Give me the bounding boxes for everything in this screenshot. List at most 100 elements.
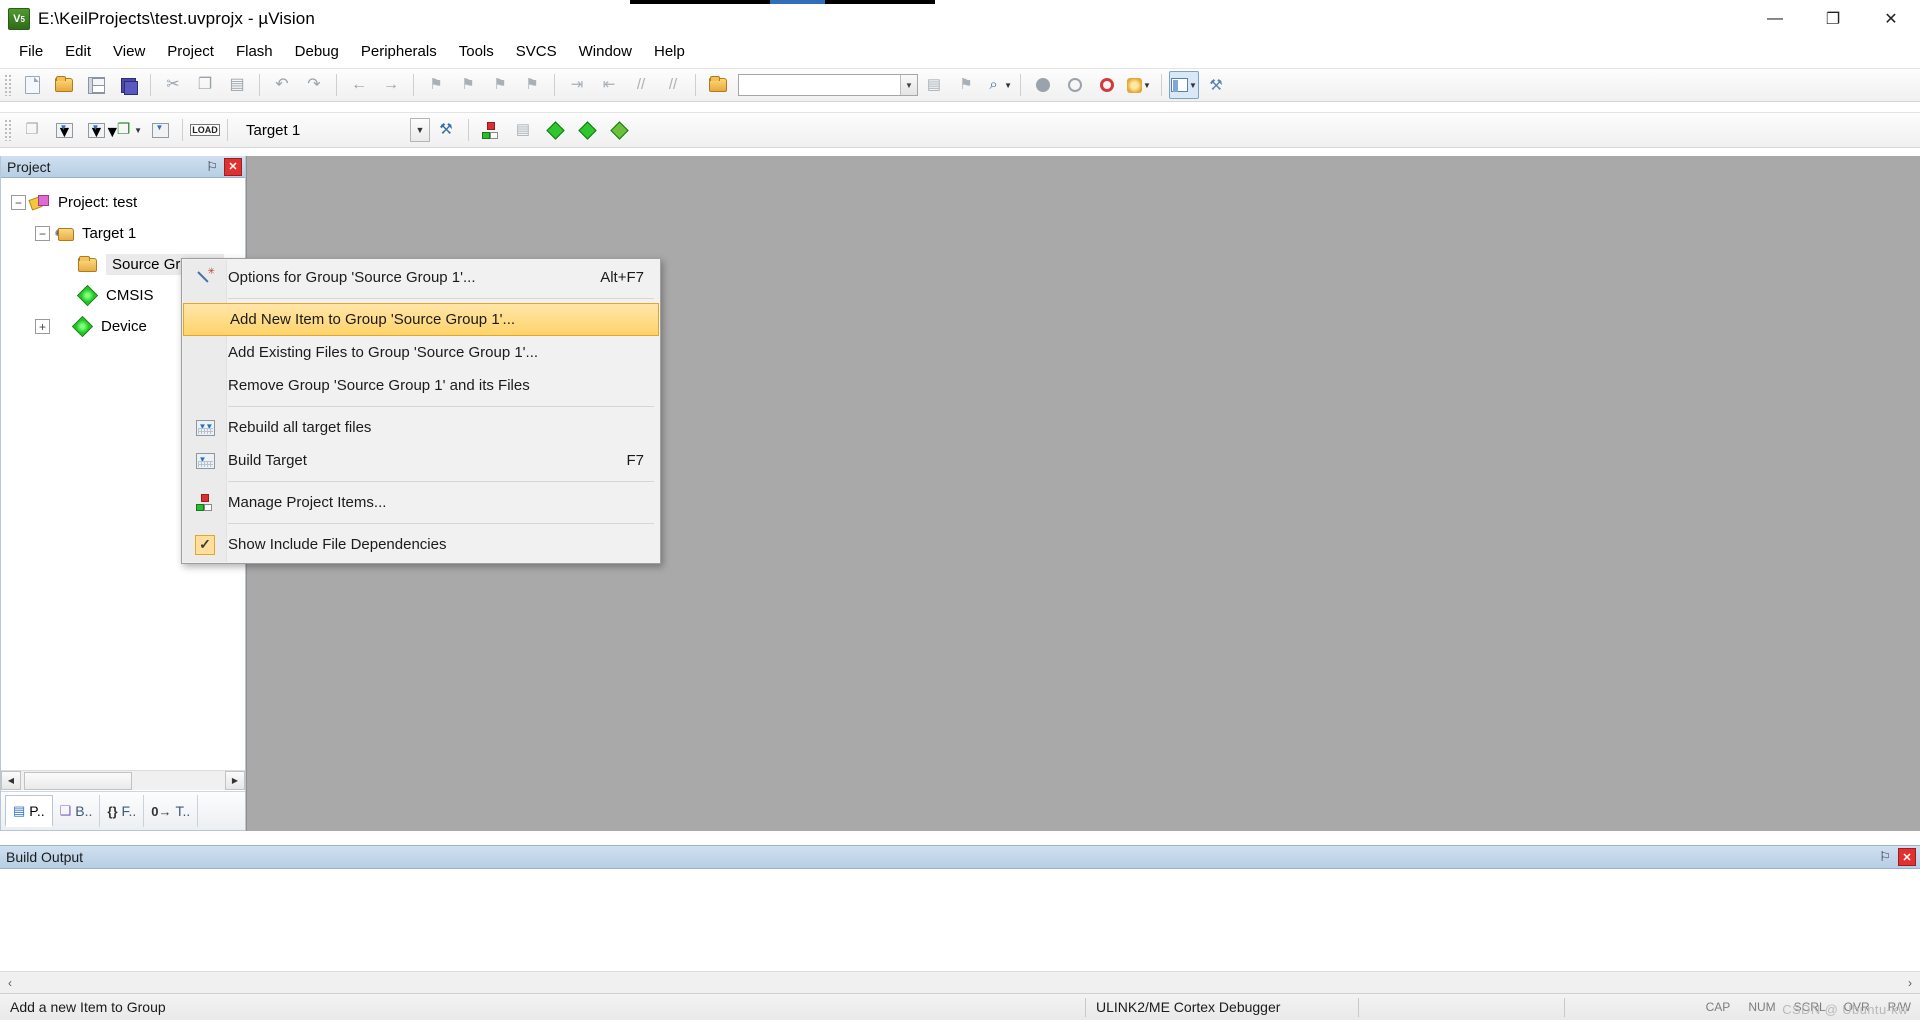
cut-button[interactable]: ✂ — [158, 71, 188, 99]
build-output-content[interactable] — [0, 869, 1920, 969]
chevron-down-icon[interactable]: ▼ — [1189, 81, 1197, 90]
close-icon[interactable]: ✕ — [1898, 848, 1916, 866]
find-in-files-button[interactable]: ▤ — [919, 71, 949, 99]
translate-file-button[interactable]: ❐ — [17, 116, 47, 144]
bookmark-list-button[interactable]: ⚑ — [951, 71, 981, 99]
target-selector-value[interactable]: Target 1 — [246, 122, 406, 139]
tab-templates[interactable]: 0→ T.. — [144, 795, 199, 827]
menu-project[interactable]: Project — [156, 40, 225, 63]
disable-all-breakpoints-button[interactable]: ▼ — [1124, 71, 1154, 99]
navigate-forward-button[interactable]: → — [376, 71, 406, 99]
project-horizontal-scrollbar[interactable]: ◀ ▶ — [1, 770, 245, 790]
tab-functions[interactable]: {} F.. — [100, 795, 145, 827]
copy-button[interactable]: ❐ — [190, 71, 220, 99]
open-folder-button[interactable] — [703, 71, 733, 99]
toolbar-grip[interactable] — [4, 74, 13, 96]
maximize-button[interactable]: ❐ — [1804, 0, 1862, 38]
menu-svcs[interactable]: SVCS — [505, 40, 568, 63]
menu-item-rebuild-all[interactable]: ▼▼ Rebuild all target files — [182, 411, 660, 444]
save-all-button[interactable] — [113, 71, 143, 99]
stop-build-button[interactable] — [145, 116, 175, 144]
menu-item-remove-group[interactable]: Remove Group 'Source Group 1' and its Fi… — [182, 369, 660, 402]
build-target-button[interactable]: ▼ — [49, 116, 79, 144]
bookmark-next-button[interactable]: ⚑ — [485, 71, 515, 99]
navigate-back-button[interactable]: ← — [344, 71, 374, 99]
uncomment-button[interactable]: // — [658, 71, 688, 99]
menu-item-manage-project-items[interactable]: Manage Project Items... — [182, 486, 660, 519]
kill-breakpoints-button[interactable] — [1092, 71, 1122, 99]
menu-window[interactable]: Window — [568, 40, 643, 63]
source-control-button[interactable] — [540, 116, 570, 144]
disable-breakpoint-button[interactable] — [1060, 71, 1090, 99]
debug-session-button[interactable] — [572, 116, 602, 144]
pin-icon[interactable]: ⚐ — [1876, 848, 1894, 866]
menu-help[interactable]: Help — [643, 40, 696, 63]
open-file-button[interactable] — [49, 71, 79, 99]
bookmark-clear-icon: ⚑ — [525, 76, 539, 93]
menu-view[interactable]: View — [102, 40, 156, 63]
build-output-panel: Build Output ⚐ ✕ ‹ › — [0, 845, 1920, 993]
chevron-down-icon[interactable]: ▼ — [134, 126, 142, 135]
scroll-right-button[interactable]: ▶ — [225, 771, 245, 790]
menu-item-show-include-dependencies[interactable]: ✓ Show Include File Dependencies — [182, 528, 660, 561]
zoom-button[interactable]: ⌕ ▼ — [983, 71, 1013, 99]
manage-project-items-button[interactable] — [476, 116, 506, 144]
window-layout-button[interactable]: ▼ — [1169, 71, 1199, 99]
bookmark-clear-button[interactable]: ⚑ — [517, 71, 547, 99]
new-file-button[interactable] — [17, 71, 47, 99]
save-button[interactable] — [81, 71, 111, 99]
undo-button[interactable]: ↶ — [267, 71, 297, 99]
toolbar-grip[interactable] — [4, 119, 13, 141]
menu-peripherals[interactable]: Peripherals — [350, 40, 448, 63]
scroll-left-button[interactable]: ◀ — [1, 771, 21, 790]
menu-item-add-existing-files[interactable]: Add Existing Files to Group 'Source Grou… — [182, 336, 660, 369]
menu-debug[interactable]: Debug — [284, 40, 350, 63]
run-time-environment-button[interactable] — [604, 116, 634, 144]
kill-all-breakpoints-icon — [1100, 78, 1114, 92]
options-for-target-button[interactable]: ⚒ — [431, 116, 461, 144]
menu-edit[interactable]: Edit — [54, 40, 102, 63]
tab-books[interactable]: ❑ B.. — [53, 795, 101, 827]
chevron-down-icon[interactable]: ▼ — [900, 75, 917, 95]
menu-file[interactable]: File — [8, 40, 54, 63]
menu-item-build-target[interactable]: ▼ Build Target F7 — [182, 444, 660, 477]
scroll-right-button[interactable]: › — [1908, 976, 1918, 990]
comment-icon: // — [636, 76, 646, 93]
close-button[interactable]: ✕ — [1862, 0, 1920, 38]
minimize-button[interactable]: — — [1746, 0, 1804, 38]
rebuild-all-button[interactable]: ▼▼ — [81, 116, 120, 144]
scroll-left-button[interactable]: ‹ — [2, 976, 12, 990]
paste-button[interactable]: ▤ — [222, 71, 252, 99]
bookmark-prev-button[interactable]: ⚑ — [453, 71, 483, 99]
braces-icon: {} — [107, 803, 118, 819]
tree-item-project[interactable]: − Project: test — [1, 187, 245, 218]
menu-flash[interactable]: Flash — [225, 40, 284, 63]
outdent-button[interactable]: ⇤ — [594, 71, 624, 99]
tree-item-target[interactable]: − ❁ Target 1 — [1, 218, 245, 249]
redo-button[interactable]: ↷ — [299, 71, 329, 99]
build-output-scrollbar[interactable]: ‹ › — [0, 971, 1920, 993]
download-button[interactable]: LOAD — [190, 116, 220, 144]
insert-breakpoint-button[interactable] — [1028, 71, 1058, 99]
expander-icon[interactable]: − — [35, 226, 50, 241]
scrollbar-thumb[interactable] — [24, 771, 132, 790]
target-selector-dropdown[interactable]: ▼ — [410, 118, 430, 142]
chevron-down-icon[interactable]: ▼ — [1143, 81, 1151, 90]
menu-item-add-new-item[interactable]: Add New Item to Group 'Source Group 1'..… — [183, 303, 659, 336]
chevron-down-icon[interactable]: ▼ — [1004, 81, 1012, 90]
close-icon[interactable]: ✕ — [224, 157, 242, 176]
pack-installer-button[interactable]: ▤ — [508, 116, 538, 144]
menu-item-options-for-group[interactable]: Options for Group 'Source Group 1'... Al… — [182, 261, 660, 294]
expander-icon[interactable]: + — [35, 319, 50, 334]
pin-icon[interactable]: ⚐ — [203, 158, 221, 176]
bookmark-toggle-button[interactable]: ⚑ — [421, 71, 451, 99]
expander-icon[interactable]: − — [11, 195, 26, 210]
search-input[interactable]: ▼ — [738, 74, 918, 96]
configure-button[interactable]: ⚒ — [1201, 71, 1231, 99]
download-icon: LOAD — [190, 124, 220, 136]
comment-button[interactable]: // — [626, 71, 656, 99]
indent-button[interactable]: ⇥ — [562, 71, 592, 99]
menu-tools[interactable]: Tools — [448, 40, 505, 63]
tab-project[interactable]: ▤ P.. — [5, 795, 53, 827]
menu-item-label: Build Target — [228, 452, 307, 469]
